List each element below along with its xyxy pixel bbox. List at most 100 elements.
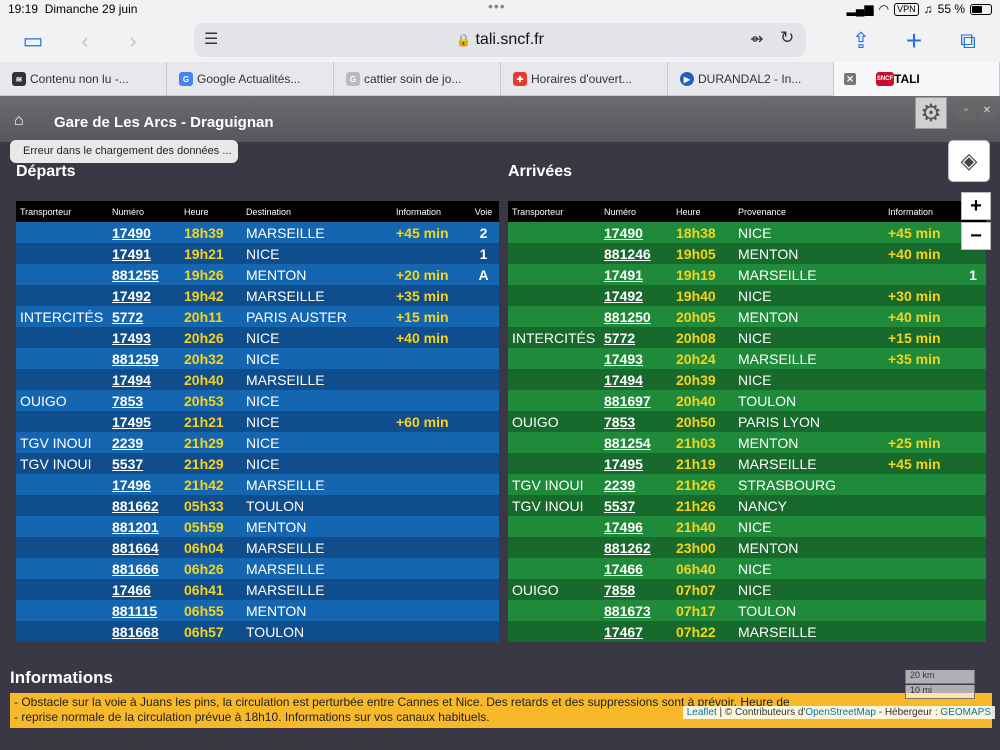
delay-info-cell [392,621,464,642]
train-number-link[interactable]: 17467 [600,621,672,642]
train-number-link[interactable]: 881668 [108,621,180,642]
delay-info-cell: +15 min [392,306,464,327]
close-window-icon[interactable]: ✕ [978,101,996,119]
train-number-link[interactable]: 17493 [600,348,672,369]
leaflet-link[interactable]: Leaflet [687,707,717,718]
train-number-link[interactable]: 17496 [600,516,672,537]
settings-gear-icon[interactable]: ⚙ [915,97,947,129]
tab-bar: ≋ Contenu non lu -... G Google Actualité… [0,62,1000,96]
train-number-link[interactable]: 17494 [108,369,180,390]
delay-info-cell: +40 min [884,306,956,327]
train-number-link[interactable]: 17491 [108,243,180,264]
train-number-link[interactable]: 5537 [600,495,672,516]
train-number-link[interactable]: 17493 [108,327,180,348]
train-number-link[interactable]: 881246 [600,243,672,264]
close-tab-icon[interactable]: ✕ [844,73,856,85]
train-number-link[interactable]: 17495 [600,453,672,474]
train-number-link[interactable]: 881255 [108,264,180,285]
geomaps-link[interactable]: GEOMAPS [940,707,991,718]
tabs-overview-icon[interactable]: ⧉ [955,28,981,54]
train-number-link[interactable]: 881254 [600,432,672,453]
train-number-link[interactable]: 881262 [600,537,672,558]
table-row: 17492 19h42 MARSEILLE +35 min [16,285,499,306]
carrier-cell: OUIGO [508,411,600,432]
new-tab-icon[interactable]: + [901,25,927,56]
station-cell: MARSEILLE [242,558,392,579]
table-row: 17490 18h38 NICE +45 min [508,222,986,243]
forward-icon[interactable]: › [120,28,146,54]
address-bar[interactable]: ☰ 🔒 tali.sncf.fr ⇴ ↻ [194,23,806,57]
train-number-link[interactable]: 17490 [600,222,672,243]
train-number-link[interactable]: 881259 [108,348,180,369]
train-number-link[interactable]: 881673 [600,600,672,621]
platform-cell [464,432,499,453]
platform-cell [956,600,986,621]
delay-info-cell: +60 min [392,411,464,432]
train-number-link[interactable]: 2239 [108,432,180,453]
zoom-in-button[interactable]: + [961,192,991,220]
train-number-link[interactable]: 17491 [600,264,672,285]
station-cell: NICE [734,222,884,243]
share-icon[interactable]: ⇪ [848,28,874,54]
osm-link[interactable]: OpenStreetMap [805,707,876,718]
column-header: Destination [242,201,392,222]
tab-feed[interactable]: ≋ Contenu non lu -... [0,62,167,96]
station-cell: NICE [734,285,884,306]
train-number-link[interactable]: 881664 [108,537,180,558]
tab-google-news[interactable]: G Google Actualités... [167,62,334,96]
carrier-cell [508,516,600,537]
train-number-link[interactable]: 881201 [108,516,180,537]
delay-info-cell [392,516,464,537]
restore-window-icon[interactable]: ▫ [957,101,975,119]
platform-cell [464,285,499,306]
train-number-link[interactable]: 7853 [600,411,672,432]
train-number-link[interactable]: 17492 [600,285,672,306]
station-cell: MENTON [734,243,884,264]
layers-icon[interactable]: ◈ [948,140,990,182]
tab-cattier[interactable]: G cattier soin de jo... [334,62,501,96]
table-row: TGV INOUI 2239 21h29 NICE [16,432,499,453]
station-cell: NICE [734,327,884,348]
train-number-link[interactable]: 7853 [108,390,180,411]
carrier-cell [16,348,108,369]
back-icon[interactable]: ‹ [72,28,98,54]
tab-tali[interactable]: ✕ SNCF TALI [834,62,1000,96]
carrier-cell: TGV INOUI [508,495,600,516]
train-number-link[interactable]: 17490 [108,222,180,243]
train-number-link[interactable]: 17495 [108,411,180,432]
train-number-link[interactable]: 17492 [108,285,180,306]
platform-cell [464,348,499,369]
train-number-link[interactable]: 881250 [600,306,672,327]
train-number-link[interactable]: 17466 [108,579,180,600]
reload-icon[interactable]: ↻ [780,28,794,48]
delay-info-cell [392,432,464,453]
station-cell: STRASBOURG [734,474,884,495]
platform-cell [956,495,986,516]
sidebar-icon[interactable]: ▭ [20,28,46,54]
tab-durandal[interactable]: ▶ DURANDAL2 - In... [668,62,834,96]
time-cell: 18h39 [180,222,242,243]
train-number-link[interactable]: 2239 [600,474,672,495]
train-number-link[interactable]: 17496 [108,474,180,495]
train-number-link[interactable]: 5537 [108,453,180,474]
station-cell: MENTON [242,516,392,537]
column-header: Voie [464,201,499,222]
station-cell: NICE [242,243,392,264]
multitasking-dots[interactable]: ••• [488,0,506,14]
carrier-cell [508,537,600,558]
battery-percent: 55 % [937,2,965,16]
tab-horaires[interactable]: ✚ Horaires d'ouvert... [501,62,668,96]
train-number-link[interactable]: 7858 [600,579,672,600]
train-number-link[interactable]: 5772 [108,306,180,327]
train-number-link[interactable]: 881115 [108,600,180,621]
train-number-link[interactable]: 881662 [108,495,180,516]
browser-toolbar: ▭ ‹ › ☰ 🔒 tali.sncf.fr ⇴ ↻ ⇪ + ⧉ [0,20,1000,62]
time-cell: 06h04 [180,537,242,558]
extension-icon[interactable]: ⇴ [750,29,763,49]
train-number-link[interactable]: 5772 [600,327,672,348]
train-number-link[interactable]: 881666 [108,558,180,579]
train-number-link[interactable]: 881697 [600,390,672,411]
train-number-link[interactable]: 17466 [600,558,672,579]
zoom-out-button[interactable]: − [961,222,991,250]
train-number-link[interactable]: 17494 [600,369,672,390]
